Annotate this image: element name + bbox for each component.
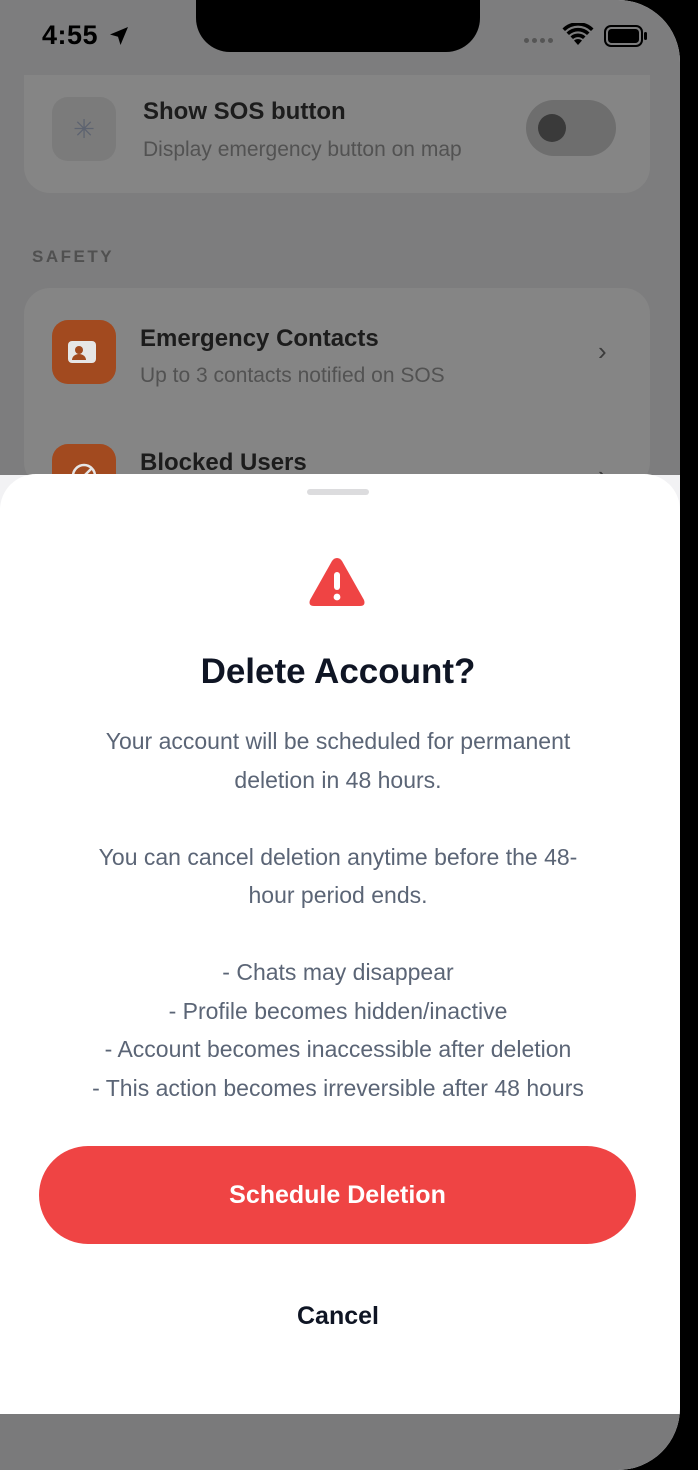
battery-icon bbox=[604, 25, 647, 47]
warning-triangle-icon bbox=[309, 558, 365, 606]
message-line: deletion in 48 hours. bbox=[234, 766, 442, 793]
signal-icon bbox=[524, 38, 553, 43]
phone-screen: 4:55 ✳ Show SOS button Display emergency… bbox=[0, 0, 680, 1470]
sos-subtitle: Display emergency button on map bbox=[143, 138, 462, 161]
bullet-item: - This action becomes irreversible after… bbox=[92, 1074, 584, 1101]
contact-card-icon bbox=[52, 320, 116, 384]
sheet-grabber[interactable] bbox=[307, 489, 369, 495]
delete-account-sheet: Delete Account? Your account will be sch… bbox=[0, 474, 680, 1414]
message-line: You can cancel deletion anytime before t… bbox=[98, 843, 578, 870]
bullet-item: - Account becomes inaccessible after del… bbox=[104, 1036, 572, 1062]
safety-card: Emergency Contacts Up to 3 contacts noti… bbox=[24, 288, 650, 508]
sos-setting-card: ✳ Show SOS button Display emergency butt… bbox=[24, 75, 650, 193]
message-line: hour period ends. bbox=[248, 882, 428, 908]
wifi-icon bbox=[562, 23, 594, 45]
status-bar: 4:55 bbox=[0, 0, 680, 75]
cancel-button[interactable]: Cancel bbox=[238, 1288, 438, 1344]
sheet-message: Your account will be scheduled for perma… bbox=[50, 722, 626, 1107]
sos-toggle[interactable] bbox=[526, 100, 616, 156]
sos-title: Show SOS button bbox=[143, 98, 346, 125]
home-indicator-area bbox=[0, 1414, 680, 1470]
message-line: Your account will be scheduled for perma… bbox=[105, 728, 571, 754]
sheet-title: Delete Account? bbox=[200, 652, 476, 691]
toggle-knob bbox=[538, 114, 566, 142]
schedule-deletion-button[interactable]: Schedule Deletion bbox=[39, 1146, 636, 1244]
status-time: 4:55 bbox=[42, 20, 99, 50]
asterisk-icon: ✳ bbox=[52, 97, 116, 161]
notch bbox=[196, 0, 480, 52]
safety-row-title: Emergency Contacts bbox=[140, 325, 379, 352]
chevron-right-icon: › bbox=[598, 336, 607, 366]
bullet-item: - Chats may disappear bbox=[222, 959, 454, 985]
safety-row-subtitle: Up to 3 contacts notified on SOS bbox=[140, 364, 445, 387]
bullet-item: - Profile becomes hidden/inactive bbox=[168, 997, 508, 1024]
settings-background: ✳ Show SOS button Display emergency butt… bbox=[0, 75, 680, 508]
safety-row-emergency-contacts[interactable]: Emergency Contacts Up to 3 contacts noti… bbox=[24, 288, 650, 412]
location-arrow-icon bbox=[110, 27, 128, 45]
safety-row-title: Blocked Users bbox=[140, 449, 307, 476]
section-label-safety: SAFETY bbox=[32, 247, 115, 266]
